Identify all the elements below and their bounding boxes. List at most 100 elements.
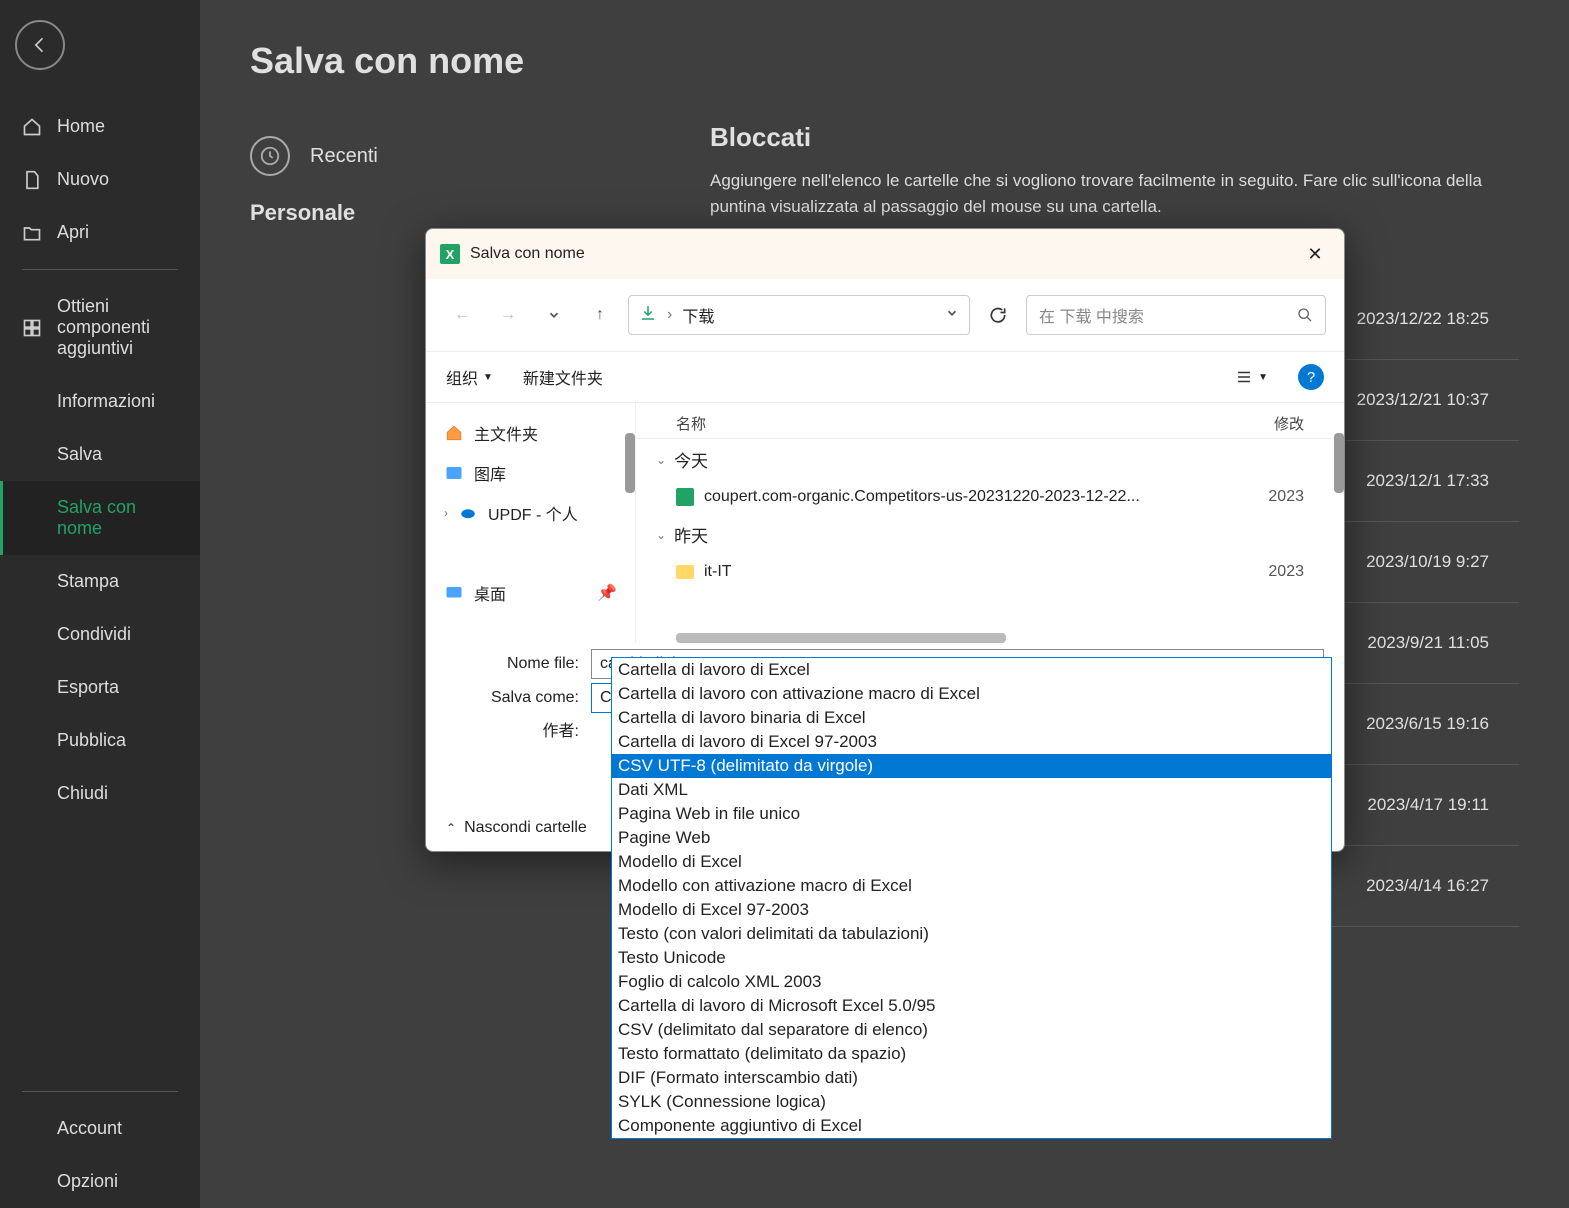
download-icon [639, 304, 657, 327]
format-option[interactable]: Cartella di lavoro con attivazione macro… [612, 682, 1331, 706]
addins-icon [22, 318, 42, 338]
folder-tree: 主文件夹 图库 ›UPDF - 个人 桌面📌 [426, 403, 636, 643]
format-option[interactable]: Modello di Excel [612, 850, 1331, 874]
author-label: 作者: [446, 717, 591, 741]
chevron-right-icon: › [444, 506, 448, 520]
nav-close[interactable]: Chiudi [0, 767, 200, 820]
format-option[interactable]: CSV (delimitato dal separatore di elenco… [612, 1018, 1331, 1042]
nav-save[interactable]: Salva [0, 428, 200, 481]
tree-item-desktop[interactable]: 桌面📌 [426, 573, 635, 613]
view-options-button[interactable]: ▼ [1235, 368, 1268, 386]
file-row[interactable]: coupert.com-organic.Competitors-us-20231… [636, 480, 1344, 514]
nav-new[interactable]: Nuovo [0, 153, 200, 206]
open-icon [22, 223, 42, 243]
page-title: Salva con nome [250, 40, 1519, 82]
chevron-up-icon: ⌃ [446, 821, 456, 835]
column-name[interactable]: 名称 [676, 413, 1274, 434]
search-icon [1297, 307, 1313, 323]
tree-item-home[interactable]: 主文件夹 [426, 413, 635, 453]
pin-icon[interactable]: 📌 [597, 583, 617, 603]
nav-account[interactable]: Account [0, 1102, 200, 1155]
format-option[interactable]: Cartella di lavoro di Excel [612, 658, 1331, 682]
nav-addins[interactable]: Ottieni componenti aggiuntivi [0, 280, 200, 375]
nav-label: Stampa [57, 571, 119, 592]
new-icon [22, 170, 42, 190]
path-segment[interactable]: 下载 [682, 303, 714, 327]
format-option[interactable]: SYLK (Connessione logica) [612, 1090, 1331, 1114]
format-option[interactable]: Componente aggiuntivo di Excel [612, 1114, 1331, 1138]
dialog-title: Salva con nome [470, 245, 1300, 263]
nav-label: Home [57, 116, 105, 137]
organize-button[interactable]: 组织 ▼ [446, 365, 493, 389]
file-scrollbar-horizontal[interactable] [676, 633, 1006, 643]
back-button[interactable] [15, 20, 65, 70]
column-modified[interactable]: 修改 [1274, 413, 1304, 434]
desktop-icon [444, 584, 464, 602]
nav-up-button[interactable]: ↑ [582, 297, 618, 333]
back-arrow-icon [30, 35, 50, 55]
excel-file-icon [676, 488, 694, 506]
nav-label: Opzioni [57, 1171, 118, 1192]
format-option[interactable]: DIF (Formato interscambio dati) [612, 1066, 1331, 1090]
nav-publish[interactable]: Pubblica [0, 714, 200, 767]
nav-options[interactable]: Opzioni [0, 1155, 200, 1208]
format-option[interactable]: Pagine Web [612, 826, 1331, 850]
nav-label: Salva con nome [57, 497, 178, 539]
pinned-title: Bloccati [710, 122, 1519, 153]
format-option[interactable]: Testo Unicode [612, 946, 1331, 970]
address-bar[interactable]: › 下载 [628, 295, 970, 335]
format-option[interactable]: CSV UTF-8 (delimitato da virgole) [612, 754, 1331, 778]
format-option[interactable]: Dati XML [612, 778, 1331, 802]
close-button[interactable]: ✕ [1300, 239, 1330, 269]
saveas-dropdown: Cartella di lavoro di ExcelCartella di l… [611, 657, 1332, 1139]
help-button[interactable]: ? [1298, 364, 1324, 390]
nav-label: Esporta [57, 677, 119, 698]
chevron-down-icon: ⌄ [656, 528, 666, 542]
nav-forward-button[interactable]: → [490, 297, 526, 333]
format-option[interactable]: Pagina Web in file unico [612, 802, 1331, 826]
nav-print[interactable]: Stampa [0, 555, 200, 608]
nav-share[interactable]: Condividi [0, 608, 200, 661]
file-scrollbar-vertical[interactable] [1334, 433, 1344, 493]
tree-scrollbar[interactable] [625, 433, 635, 493]
format-option[interactable]: Modello con attivazione macro di Excel [612, 874, 1331, 898]
format-option[interactable]: Cartella di lavoro di Microsoft Excel 5.… [612, 994, 1331, 1018]
nav-label: Ottieni componenti aggiuntivi [57, 296, 178, 359]
tree-item-onedrive[interactable]: ›UPDF - 个人 [426, 493, 635, 533]
saveas-label: Salva come: [446, 689, 591, 707]
backstage-sidebar: Home Nuovo Apri Ottieni componenti aggiu… [0, 0, 200, 1208]
nav-label: Salva [57, 444, 102, 465]
nav-history-button[interactable] [536, 297, 572, 333]
format-option[interactable]: Cartella di lavoro di Excel 97-2003 [612, 730, 1331, 754]
nav-label: Condividi [57, 624, 131, 645]
nav-open[interactable]: Apri [0, 206, 200, 259]
format-option[interactable]: Modello di Excel 97-2003 [612, 898, 1331, 922]
chevron-down-icon: ⌄ [656, 453, 666, 467]
recent-section[interactable]: Recenti [250, 122, 660, 190]
chevron-down-icon[interactable] [945, 306, 959, 325]
home-folder-icon [444, 424, 464, 442]
clock-icon [250, 136, 290, 176]
main-content: Salva con nome Recenti Personale Bloccat… [200, 0, 1569, 1208]
nav-home[interactable]: Home [0, 100, 200, 153]
nav-back-button[interactable]: ← [444, 297, 480, 333]
format-option[interactable]: Testo formattato (delimitato da spazio) [612, 1042, 1331, 1066]
nav-info[interactable]: Informazioni [0, 375, 200, 428]
new-folder-button[interactable]: 新建文件夹 [523, 365, 603, 389]
tree-item-gallery[interactable]: 图库 [426, 453, 635, 493]
nav-saveas[interactable]: Salva con nome [0, 481, 200, 555]
file-row[interactable]: it-IT 2023 [636, 555, 1344, 589]
search-placeholder: 在 下载 中搜索 [1039, 303, 1297, 327]
refresh-button[interactable] [980, 297, 1016, 333]
search-input[interactable]: 在 下载 中搜索 [1026, 295, 1326, 335]
nav-export[interactable]: Esporta [0, 661, 200, 714]
recent-label: Recenti [310, 145, 378, 168]
group-yesterday[interactable]: ⌄昨天 [636, 514, 1344, 555]
onedrive-icon [458, 504, 478, 522]
format-option[interactable]: Cartella di lavoro binaria di Excel [612, 706, 1331, 730]
nav-label: Nuovo [57, 169, 109, 190]
format-option[interactable]: Testo (con valori delimitati da tabulazi… [612, 922, 1331, 946]
format-option[interactable]: Foglio di calcolo XML 2003 [612, 970, 1331, 994]
group-today[interactable]: ⌄今天 [636, 439, 1344, 480]
folder-icon [676, 565, 694, 579]
